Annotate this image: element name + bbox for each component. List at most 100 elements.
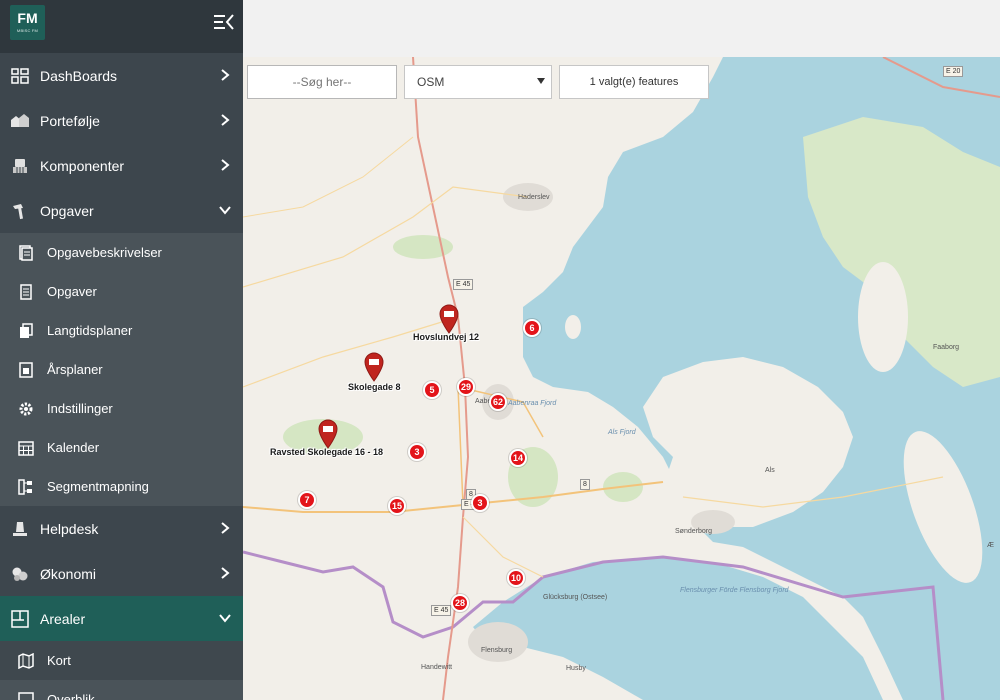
map-search-input[interactable] [247,65,397,99]
sidebar-item-segmentmapning[interactable]: Segmentmapning [0,467,243,506]
road-shield: E 45 [453,279,474,290]
cluster-badge[interactable]: 15 [388,497,406,515]
layer-select[interactable]: OSM [404,65,552,99]
sub-item-label: Langtidsplaner [47,323,133,338]
sub-item-label: Årsplaner [47,362,103,377]
sidebar-header: FM MBISC FM [0,0,243,53]
chevron-down-icon [219,206,231,215]
dashboard-icon [10,66,30,86]
sub-item-label: Overblik [47,692,95,700]
opgaver-submenu: Opgavebeskrivelser Opgaver Langtidsplane… [0,233,243,506]
sidebar-item-label: Komponenter [40,157,125,174]
cluster-badge[interactable]: 28 [451,594,469,612]
cluster-badge[interactable]: 3 [471,494,489,512]
portfolio-icon [10,111,30,131]
chevron-down-icon [219,614,231,623]
location-marker[interactable] [438,304,460,334]
cluster-badge[interactable]: 7 [298,491,316,509]
sidebar-item-opgaver-list[interactable]: Opgaver [0,272,243,311]
calendar-icon [17,439,35,457]
sidebar-item-indstillinger[interactable]: Indstillinger [0,389,243,428]
road-shield: E 20 [943,66,964,77]
road-shield: E 45 [431,605,452,616]
cluster-badge[interactable]: 3 [408,443,426,461]
place-label: Glücksburg (Ostsee) [543,594,608,601]
sub-item-label: Indstillinger [47,401,113,416]
sidebar-item-opgaver[interactable]: Opgaver [0,188,243,233]
sidebar-collapse-icon[interactable] [213,12,235,32]
sidebar-item-label: Opgaver [40,202,94,219]
arealer-submenu: Kort Overblik [0,641,243,700]
road-shield: 8 [580,479,590,490]
sidebar-item-arealer[interactable]: Arealer [0,596,243,641]
map-view[interactable]: OSM 1 valgt(e) features Haderslev Aabenr… [243,57,1000,700]
select-arrow-icon [537,78,545,84]
cluster-badge[interactable]: 10 [507,569,525,587]
place-label: Als [765,467,775,474]
layer-select-value: OSM [417,75,445,89]
app-root: FM MBISC FM DashBoards Portefølje Kompon… [0,0,1000,700]
segment-icon [17,478,35,496]
sidebar-item-label: Økonomi [40,565,97,582]
top-bar [243,0,1000,57]
place-label: Flensburg [481,647,513,654]
gear-icon [17,400,35,418]
floorplan-icon [10,609,30,629]
cluster-badge[interactable]: 62 [489,393,507,411]
selected-features-button[interactable]: 1 valgt(e) features [559,65,709,99]
sidebar-item-dashboards[interactable]: DashBoards [0,53,243,98]
sidebar-item-opgavebeskrivelser[interactable]: Opgavebeskrivelser [0,233,243,272]
sidebar-item-kalender[interactable]: Kalender [0,428,243,467]
sidebar-item-kort[interactable]: Kort [0,641,243,680]
place-label: Sønderborg [675,528,712,535]
helpdesk-icon [10,519,30,539]
place-label: Handewitt [421,664,453,671]
cluster-badge[interactable]: 29 [457,378,475,396]
hammer-icon [10,201,30,221]
sidebar-item-overblik[interactable]: Overblik [0,680,243,700]
cluster-badge[interactable]: 5 [423,381,441,399]
sidebar-item-portfolio[interactable]: Portefølje [0,98,243,143]
app-logo[interactable]: FM MBISC FM [10,5,45,40]
cluster-badge[interactable]: 14 [509,449,527,467]
sidebar-item-label: Helpdesk [40,520,99,537]
marker-label: Skolegade 8 [348,382,401,392]
coins-icon [10,564,30,584]
sidebar-item-label: Arealer [40,610,86,627]
copy-icon [17,322,35,340]
sidebar-item-components[interactable]: Komponenter [0,143,243,188]
marker-label: Ravsted Skolegade 16 - 18 [270,447,384,457]
sub-item-label: Opgavebeskrivelser [47,245,162,260]
sub-item-label: Opgaver [47,284,97,299]
logo-subtext: MBISC FM [16,28,39,33]
place-label: Faaborg [933,344,960,351]
sidebar-item-helpdesk[interactable]: Helpdesk [0,506,243,551]
logo-text: FM [17,10,38,26]
chevron-right-icon [221,522,230,534]
document-icon [17,244,35,262]
map-icon [17,652,35,670]
location-marker[interactable] [363,352,385,382]
sub-item-label: Kalender [47,440,100,455]
location-marker[interactable] [317,419,339,449]
cluster-badge[interactable]: 6 [523,319,541,337]
sidebar-item-oekonomi[interactable]: Økonomi [0,551,243,596]
sidebar-item-label: Portefølje [40,112,100,129]
overview-icon [17,691,35,700]
map-base-layer [243,57,1000,700]
components-icon [10,156,30,176]
water-label: Flensburger Förde Flensborg Fjord [680,587,789,594]
sidebar-item-langtidsplaner[interactable]: Langtidsplaner [0,311,243,350]
chart-doc-icon [17,361,35,379]
chevron-right-icon [221,567,230,579]
map-controls: OSM 1 valgt(e) features [247,65,709,99]
place-label: Haderslev [518,194,550,201]
checklist-icon [17,283,35,301]
place-label: Æ [987,542,994,549]
marker-label: Hovslundvej 12 [413,332,480,342]
sidebar-item-label: DashBoards [40,67,118,84]
sidebar-item-aarsplaner[interactable]: Årsplaner [0,350,243,389]
water-label: Aabenraa Fjord [508,400,557,407]
sub-item-label: Segmentmapning [47,479,149,494]
water-label: Als Fjord [608,429,636,436]
